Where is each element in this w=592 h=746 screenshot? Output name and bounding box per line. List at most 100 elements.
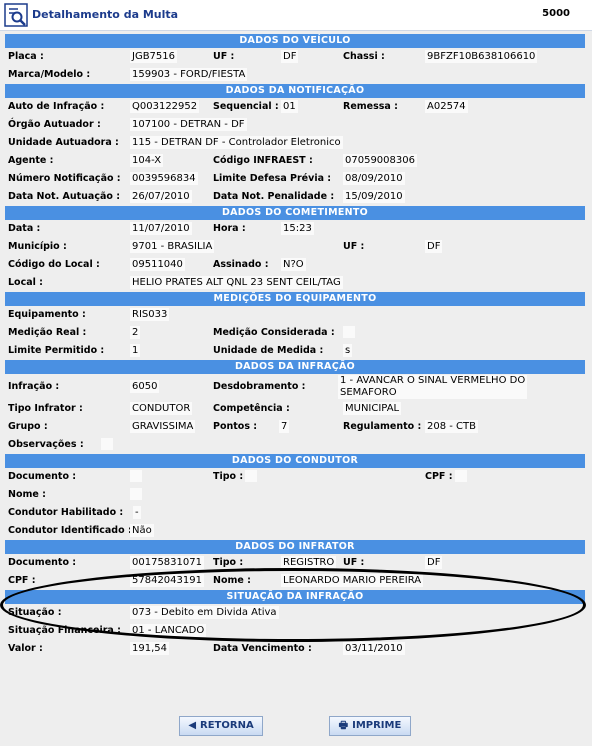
desdob-line1: 1 - AVANCAR O SINAL VERMELHO DO (340, 375, 526, 386)
uf-label: UF : (213, 51, 235, 62)
infr-uf-label: UF : (343, 557, 365, 568)
row-numnot: Número Notificação : 0039596834 Limite D… (5, 170, 585, 188)
cond-doc-value (130, 470, 142, 482)
unid-value: s (343, 344, 353, 357)
tipo-infrator-value: CONDUTOR (130, 402, 193, 415)
cond-habil-value: - (133, 506, 141, 519)
magnifier-document-icon (4, 3, 28, 27)
chassi-value: 9BFZF10B638106610 (425, 50, 538, 63)
situacao-label: Situação : (8, 607, 62, 618)
grupo-label: Grupo : (8, 421, 48, 432)
infr-doc-label: Documento : (8, 557, 77, 568)
unidade-value: 115 - DETRAN DF - Controlador Eletronico (130, 136, 343, 149)
row-limperm: Limite Permitido : 1 Unidade de Medida :… (5, 342, 585, 360)
row-infr-doc: Documento : 00175831071 Tipo : REGISTRO … (5, 554, 585, 572)
assinado-value: N?O (281, 258, 306, 271)
row-cond-ident: Condutor Identificado : Não (5, 522, 585, 540)
row-grupo: Grupo : GRAVISSIMA Pontos : 7 Regulament… (5, 418, 585, 436)
competencia-value: MUNICIPAL (343, 402, 402, 415)
row-codlocal: Código do Local : 09511040 Assinado : N?… (5, 256, 585, 274)
cond-nome-value (130, 488, 142, 500)
agente-label: Agente : (8, 155, 54, 166)
row-data: Data : 11/07/2010 Hora : 15:23 (5, 220, 585, 238)
dtaut-label: Data Not. Autuação : (8, 191, 120, 202)
infr-nome-value: LEONARDO MARIO PEREIRA (281, 574, 424, 587)
sit-fin-label: Situação Financeira : (8, 625, 121, 636)
row-cond-nome: Nome : (5, 486, 585, 504)
infr-tipo-value: REGISTRO (281, 556, 337, 569)
section-header-medicoes: MEDIÇÕES DO EQUIPAMENTO (5, 292, 585, 306)
obs-value (101, 438, 113, 450)
row-medreal: Medição Real : 2 Medição Considerada : (5, 324, 585, 342)
municipio-label: Município : (8, 241, 67, 252)
seq-value: 01 (281, 100, 298, 113)
medreal-value: 2 (130, 326, 141, 339)
uf-local-value: DF (425, 240, 443, 253)
tipo-infrator-label: Tipo Infrator : (8, 403, 83, 414)
imprime-label: IMPRIME (352, 720, 402, 731)
limite-value: 08/09/2010 (343, 172, 405, 185)
section-header-infracao: DADOS DA INFRAÇÃO (5, 360, 585, 374)
section-header-veiculo: DADOS DO VEÍCULO (5, 34, 585, 48)
obs-label: Observações : (8, 439, 84, 450)
desdob-value: 1 - AVANCAR O SINAL VERMELHO DO SEMAFORO (338, 375, 528, 399)
section-header-situacao: SITUAÇÃO DA INFRAÇÃO (5, 590, 585, 604)
row-cond-habil: Condutor Habilitado : - (5, 504, 585, 522)
row-agente: Agente : 104-X Código INFRAEST : 0705900… (5, 152, 585, 170)
numnot-label: Número Notificação : (8, 173, 121, 184)
sit-fin-value: 01 - LANCADO (130, 624, 207, 637)
data-value: 11/07/2010 (130, 222, 192, 235)
equip-label: Equipamento : (8, 309, 86, 320)
row-municipio: Município : 9701 - BRASILIA UF : DF (5, 238, 585, 256)
unidade-label: Unidade Autuadora : (8, 137, 119, 148)
valor-label: Valor : (8, 643, 43, 654)
competencia-label: Competência : (213, 403, 290, 414)
uf-local-label: UF : (343, 241, 365, 252)
row-local: Local : HELIO PRATES ALT QNL 23 SENT CEI… (5, 274, 585, 292)
cond-cpf-value (455, 470, 467, 482)
cond-doc-label: Documento : (8, 471, 77, 482)
infracao-label: Infração : (8, 381, 60, 392)
cond-habil-label: Condutor Habilitado : (8, 507, 124, 518)
printer-icon: 🖶 (338, 720, 349, 731)
marca-label: Marca/Modelo : (8, 69, 91, 80)
local-label: Local : (8, 277, 43, 288)
cond-tipo-value (245, 470, 257, 482)
row-tipo-infrator: Tipo Infrator : CONDUTOR Competência : M… (5, 400, 585, 418)
dtaut-value: 26/07/2010 (130, 190, 192, 203)
situacao-value: 073 - Debito em Divida Ativa (130, 606, 279, 619)
infraest-label: Código INFRAEST : (213, 155, 313, 166)
row-equip: Equipamento : RIS033 (5, 306, 585, 324)
infr-doc-value: 00175831071 (130, 556, 204, 569)
row-auto: Auto de Infração : Q003122952 Sequencial… (5, 98, 585, 116)
imprime-button[interactable]: 🖶 IMPRIME (329, 716, 411, 736)
row-valor: Valor : 191,54 Data Vencimento : 03/11/2… (5, 640, 585, 658)
hora-value: 15:23 (281, 222, 314, 235)
municipio-value: 9701 - BRASILIA (130, 240, 215, 253)
grupo-value: GRAVISSIMA (130, 420, 196, 433)
retorna-button[interactable]: ◀ RETORNA (179, 716, 263, 736)
row-infr-cpf: CPF : 57842043191 Nome : LEONARDO MARIO … (5, 572, 585, 590)
infr-tipo-label: Tipo : (213, 557, 244, 568)
auto-label: Auto de Infração : (8, 101, 105, 112)
row-placa: Placa : JGB7516 UF : DF Chassi : 9BFZF10… (5, 48, 585, 66)
row-orgao: Órgão Autuador : 107100 - DETRAN - DF (5, 116, 585, 134)
desdob-line2: SEMAFORO (340, 387, 397, 398)
medreal-label: Medição Real : (8, 327, 87, 338)
hora-label: Hora : (213, 223, 246, 234)
section-header-cometimento: DADOS DO COMETIMENTO (5, 206, 585, 220)
equip-value: RIS033 (130, 308, 170, 321)
remessa-value: A02574 (425, 100, 468, 113)
cond-cpf-label: CPF : (425, 471, 453, 482)
row-unidade: Unidade Autuadora : 115 - DETRAN DF - Co… (5, 134, 585, 152)
limperm-value: 1 (130, 344, 141, 357)
cond-ident-label: Condutor Identificado : (8, 525, 132, 536)
page-title: Detalhamento da Multa (32, 8, 179, 21)
row-marca: Marca/Modelo : 159903 - FORD/FIESTA (5, 66, 585, 84)
section-header-condutor: DADOS DO CONDUTOR (5, 454, 585, 468)
limperm-label: Limite Permitido : (8, 345, 105, 356)
codlocal-label: Código do Local : (8, 259, 100, 270)
infr-cpf-label: CPF : (8, 575, 36, 586)
vencimento-label: Data Vencimento : (213, 643, 312, 654)
infr-nome-label: Nome : (213, 575, 251, 586)
